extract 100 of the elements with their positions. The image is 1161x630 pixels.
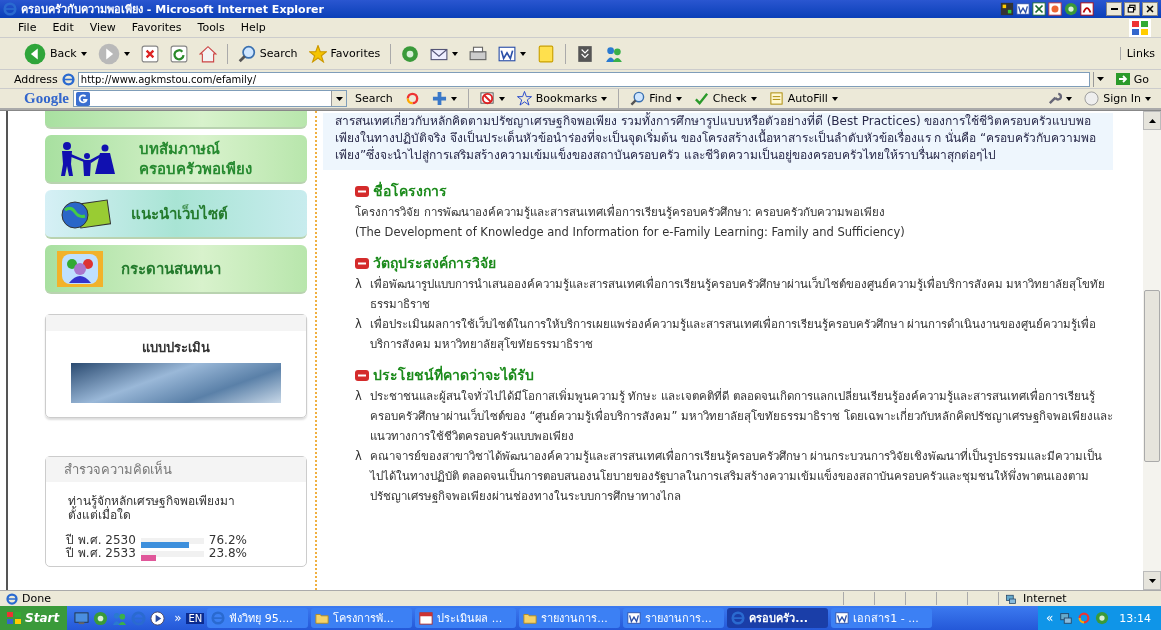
network-icon[interactable] [1059,611,1074,625]
taskbar-button[interactable]: ฟังวิทยุ 95.... [207,608,309,628]
more-button[interactable]: » [172,611,184,625]
caret-icon[interactable] [80,51,87,56]
taskbar-button[interactable]: โครงการพั... [311,608,413,628]
caret-icon[interactable] [601,96,608,101]
scroll-down-button[interactable] [1143,571,1161,590]
menu-banner[interactable]: กระดานสนทนา [45,245,307,294]
go-arrow-icon [1115,73,1130,85]
poll-option-label: ปี พ.ศ. 2533 [66,547,136,560]
swirl-icon [404,91,420,106]
browser-icon [6,592,18,605]
circle-icon [1084,91,1100,106]
stop-icon [140,44,159,63]
spreadsheet-icon[interactable] [1032,2,1046,16]
maximize-button[interactable] [1124,2,1140,16]
chat-people-icon [57,250,103,287]
menu-item[interactable]: Tools [189,21,233,34]
scroll-up-button[interactable] [1143,111,1161,130]
caret-icon[interactable] [675,96,682,101]
taskbar-button[interactable]: เอกสาร1 - ... [831,608,933,628]
taskbar-button[interactable]: ประเมินผล ... [415,608,517,628]
windows-logo-icon [6,611,22,625]
caret-icon[interactable] [831,96,838,101]
minus-icon[interactable] [355,369,369,381]
g-icon [76,91,90,106]
caret-icon[interactable] [1066,96,1073,101]
home-icon [198,44,217,63]
vertical-scrollbar[interactable] [1143,111,1161,590]
go-button[interactable]: Go [1111,72,1157,86]
close-icon [1144,3,1156,15]
links-button[interactable]: Links [1119,47,1155,60]
slides-icon[interactable] [1048,2,1062,16]
evaluation-card[interactable]: แบบประเมิน [45,314,307,418]
document-icon[interactable] [1016,2,1030,16]
minus-icon[interactable] [355,185,369,197]
caret-icon[interactable] [450,96,457,101]
bullet-text: เพื่อประเมินผลการใช้เว็บไซต์ในการให้บริการเผยแพร่องค์ความรู้และสารสนเทศเพื่อการเรียนรู้ครอบครัวศึกษา ผ่านการดำเนินงานของศูนย์ความรู้เพื่อบริการสังคม มหาวิทยาลัยสุโขทัยธรรมาธิราช [369,315,1098,353]
printer-icon [469,44,488,63]
google-search-field[interactable] [73,90,347,107]
play-icon[interactable] [150,610,166,626]
close-button[interactable] [1142,2,1158,16]
folder-icon [523,611,538,625]
menu-banner[interactable]: แนะนำเว็บไซต์ [45,190,307,239]
media-icon[interactable] [1095,611,1110,625]
search-icon [237,44,256,63]
menu-item[interactable]: Favorites [123,21,190,34]
section-heading: ชื่อโครงการ [355,180,1113,202]
poll-question: ท่านรู้จักหลักเศรษฐกิจพอเพียงมาตั้งแต่เมื่อใด [67,493,236,522]
caret-icon[interactable] [452,51,459,56]
google-toolbar-button[interactable]: Check [689,91,761,106]
bullet-glyph: λ [355,388,362,405]
body-text: (The Development of Knowledge and Information for e-Family Learning: Family and Sufficiency) [355,224,906,241]
section-heading: ประโยชน์ที่คาดว่าจะได้รับ [355,364,1113,386]
google-toolbar-button[interactable]: AutoFill [764,91,842,106]
desktop-icon[interactable] [74,610,90,626]
toolbar-button[interactable]: Favorites [304,41,385,66]
address-field[interactable]: http://www.agkmstou.com/efamily/ [77,71,1090,87]
menu-item[interactable]: Help [232,21,274,34]
caret-icon [335,96,343,101]
swirl-icon[interactable] [1077,611,1092,625]
google-toolbar-button[interactable]: Search [351,92,397,105]
caret-icon[interactable] [498,96,505,101]
intro-paragraph: สารสนเทศเกี่ยวกับหลักคิดตามปรัชญาเศรษฐกิจพอเพียง รวมทั้งการศึกษารูปแบบหรือตัวอย่างที่ดี (Best Practices) ของการใช้ชีวิตครอบครัวแบบพอเพียงในทางปฏิบัติจริง จึงเป็นประเด็นหัวข้อนำร่องที่จะเป็นจุดเริ่มต้น ของโครงสร้างเนื้อหาสาระเป็นลำดับหัวข้อเรื่องแร ก นั่นคือ “ครอบครัวกับความพอเพียง”ซึ่งจะนำไปสู่การเสริมสร้างความเข้มแข็งของสถาบันครอบครัว และชีวิตความเป็นอยู่ของครอบครัวไทยให้ราบรื่นผาสุกต่อๆไป [323,113,1113,170]
minimize-button[interactable] [1106,2,1122,16]
find-icon [630,91,646,106]
people-icon [605,44,624,63]
document-icon [627,611,642,625]
menu-banner[interactable]: บทสัมภาษณ์ ครอบครัวพอเพียง [45,135,307,184]
google-toolbar-button[interactable]: Bookmarks [512,91,612,106]
caret-icon[interactable] [1145,96,1151,101]
google-toolbar-button[interactable]: Find [626,91,686,106]
minimize-icon [1110,8,1118,10]
blocked-popup-icon [479,91,495,106]
caret-icon[interactable] [123,51,130,56]
media-icon[interactable] [93,610,109,626]
taskbar-button[interactable]: ครอบครัว... [727,608,829,628]
dropdown-button[interactable] [331,91,346,106]
language-indicator[interactable]: EN [186,612,205,624]
taskbar-button[interactable]: รายงานการ... [519,608,621,628]
menu-item[interactable]: View [81,21,124,34]
folder-icon [315,611,330,625]
menu-item[interactable]: File [10,21,45,34]
scrollbar-thumb[interactable] [1144,290,1160,462]
toolbar-button[interactable]: Search [233,41,302,66]
menu-item[interactable]: Edit [44,21,82,34]
taskbar-button[interactable]: รายงานการ... [623,608,725,628]
start-button[interactable]: Start [0,606,68,630]
caret-icon[interactable] [750,96,757,101]
media-icon[interactable] [1064,2,1078,16]
bullet-glyph: λ [355,448,362,465]
pdf-icon[interactable] [1080,2,1094,16]
poll-title: สำรวจความคิดเห็น [46,457,306,482]
google-toolbar-button[interactable]: Sign In [1080,91,1155,106]
toolbar-button[interactable]: Back [20,39,91,68]
star-icon [308,44,327,63]
app-icon[interactable] [1000,2,1014,16]
caret-icon[interactable] [520,51,527,56]
minus-icon[interactable] [355,257,369,269]
restore-icon [1126,3,1138,15]
